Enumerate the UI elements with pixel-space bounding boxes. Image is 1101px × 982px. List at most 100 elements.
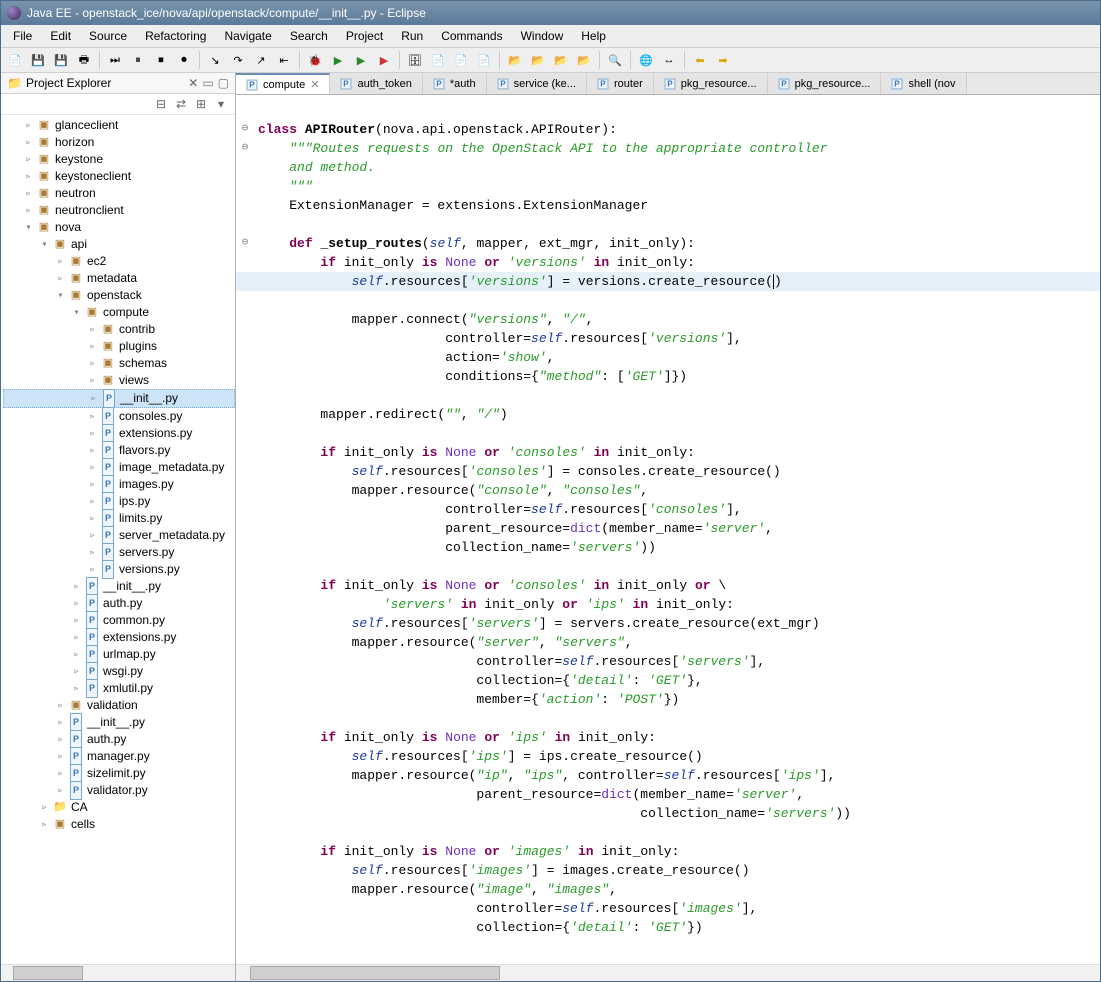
tree-item[interactable]: ▹glanceclient (3, 117, 235, 134)
editor-tab[interactable]: pkg_resource... (768, 73, 882, 94)
tree-item[interactable]: ▹validator.py (3, 782, 235, 799)
expand-icon[interactable]: ▹ (87, 510, 98, 527)
expand-icon[interactable]: ▾ (55, 287, 66, 304)
tree-item[interactable]: ▹flavors.py (3, 442, 235, 459)
expand-icon[interactable]: ▹ (87, 321, 98, 338)
tree-item[interactable]: ▹server_metadata.py (3, 527, 235, 544)
new-ejb-button[interactable]: 📄 (451, 50, 471, 70)
sync-button[interactable]: ↔ (659, 50, 679, 70)
expand-icon[interactable]: ▹ (39, 816, 50, 833)
new-server-button[interactable]: 🗄 (405, 50, 425, 70)
expand-icon[interactable]: ▹ (23, 202, 34, 219)
editor-tab[interactable]: router (587, 73, 654, 94)
tree-item[interactable]: ▹neutron (3, 185, 235, 202)
editor-tab[interactable]: pkg_resource... (654, 73, 768, 94)
tree-item[interactable]: ▹consoles.py (3, 408, 235, 425)
expand-icon[interactable]: ▹ (87, 544, 98, 561)
tree-item[interactable]: ▹__init__.py (3, 714, 235, 731)
tree-item[interactable]: ▾nova (3, 219, 235, 236)
code-editor[interactable]: ⊖class APIRouter(nova.api.openstack.APIR… (236, 95, 1100, 964)
tree-item[interactable]: ▾compute (3, 304, 235, 321)
save-all-button[interactable]: 💾 (51, 50, 71, 70)
step-over-button[interactable]: ↷ (228, 50, 248, 70)
expand-icon[interactable]: ▹ (55, 731, 66, 748)
menu-source[interactable]: Source (81, 27, 135, 45)
save-button[interactable]: 💾 (28, 50, 48, 70)
view-menu-icon[interactable]: ▾ (213, 96, 229, 112)
tree-item[interactable]: ▹keystoneclient (3, 168, 235, 185)
expand-icon[interactable]: ▹ (71, 629, 82, 646)
expand-icon[interactable]: ▹ (23, 168, 34, 185)
stop-button[interactable]: ⏹ (151, 50, 171, 70)
tree-item[interactable]: ▹__init__.py (3, 578, 235, 595)
expand-icon[interactable]: ▹ (87, 561, 98, 578)
menu-navigate[interactable]: Navigate (216, 27, 279, 45)
disconnect-button[interactable]: ⏺ (174, 50, 194, 70)
editor-tab[interactable]: shell (nov (881, 73, 966, 94)
editor-hscroll[interactable] (236, 964, 1100, 981)
expand-icon[interactable]: ▹ (71, 612, 82, 629)
open-res-button[interactable]: 📂 (551, 50, 571, 70)
tree-item[interactable]: ▹versions.py (3, 561, 235, 578)
menu-run[interactable]: Run (393, 27, 431, 45)
expand-icon[interactable]: ▾ (23, 219, 34, 236)
minimize-icon[interactable]: ▭ (202, 76, 213, 90)
tree-item[interactable]: ▹wsgi.py (3, 663, 235, 680)
maximize-icon[interactable]: ▢ (218, 76, 229, 90)
expand-icon[interactable]: ▹ (71, 663, 82, 680)
print-button[interactable]: 🖶 (74, 50, 94, 70)
tree-item[interactable]: ▾api (3, 236, 235, 253)
web-button[interactable]: 🌐 (636, 50, 656, 70)
tree-item[interactable]: ▹contrib (3, 321, 235, 338)
expand-icon[interactable]: ▹ (23, 151, 34, 168)
tree-item[interactable]: ▹ips.py (3, 493, 235, 510)
run-last-button[interactable]: ▶ (351, 50, 371, 70)
expand-icon[interactable]: ▹ (55, 270, 66, 287)
tree-item[interactable]: ▹ec2 (3, 253, 235, 270)
expand-icon[interactable]: ▹ (55, 748, 66, 765)
expand-icon[interactable]: ▹ (71, 578, 82, 595)
menu-edit[interactable]: Edit (42, 27, 79, 45)
menu-window[interactable]: Window (513, 27, 572, 45)
open-task-button[interactable]: 📂 (528, 50, 548, 70)
expand-icon[interactable]: ▹ (71, 646, 82, 663)
expand-icon[interactable]: ▾ (71, 304, 82, 321)
tree-item[interactable]: ▹views (3, 372, 235, 389)
tree-item[interactable]: ▹schemas (3, 355, 235, 372)
tree-item[interactable]: ▹extensions.py (3, 629, 235, 646)
open-type-button[interactable]: 📂 (505, 50, 525, 70)
menu-search[interactable]: Search (282, 27, 336, 45)
expand-icon[interactable]: ▹ (87, 527, 98, 544)
tree-item[interactable]: ▹extensions.py (3, 425, 235, 442)
tree-item[interactable]: ▹horizon (3, 134, 235, 151)
close-view-icon[interactable]: ✕ (188, 76, 198, 90)
expand-icon[interactable]: ▹ (23, 117, 34, 134)
link-editor-icon[interactable]: ⇄ (173, 96, 189, 112)
menu-help[interactable]: Help (573, 27, 614, 45)
back-button[interactable]: ⬅ (690, 50, 710, 70)
tree-item[interactable]: ▹auth.py (3, 595, 235, 612)
expand-icon[interactable]: ▹ (87, 459, 98, 476)
run-button[interactable]: ▶ (328, 50, 348, 70)
new-button[interactable]: 📄 (5, 50, 25, 70)
focus-icon[interactable]: ⊞ (193, 96, 209, 112)
expand-icon[interactable]: ▹ (87, 355, 98, 372)
tree-item[interactable]: ▹images.py (3, 476, 235, 493)
project-tree[interactable]: ▹glanceclient▹horizon▹keystone▹keystonec… (1, 115, 235, 964)
expand-icon[interactable]: ▹ (88, 390, 99, 407)
expand-icon[interactable]: ▹ (55, 253, 66, 270)
tree-item[interactable]: ▹sizelimit.py (3, 765, 235, 782)
expand-icon[interactable]: ▹ (55, 697, 66, 714)
expand-icon[interactable]: ▹ (87, 425, 98, 442)
expand-icon[interactable]: ▹ (23, 185, 34, 202)
expand-icon[interactable]: ▹ (87, 408, 98, 425)
expand-icon[interactable]: ▹ (71, 680, 82, 697)
tree-item[interactable]: ▹limits.py (3, 510, 235, 527)
expand-icon[interactable]: ▹ (71, 595, 82, 612)
expand-icon[interactable]: ▹ (55, 765, 66, 782)
search-button[interactable]: 🔍 (605, 50, 625, 70)
tree-item[interactable]: ▹keystone (3, 151, 235, 168)
tree-item[interactable]: ▹urlmap.py (3, 646, 235, 663)
tree-item[interactable]: ▹xmlutil.py (3, 680, 235, 697)
tree-item[interactable]: ▹__init__.py (3, 389, 235, 408)
